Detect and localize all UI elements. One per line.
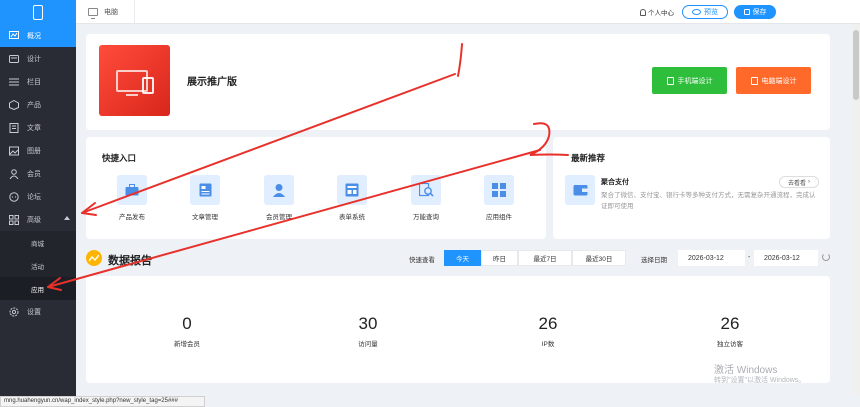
- annotation-number-1: [457, 43, 463, 77]
- annotation-arrow-2: [47, 149, 541, 288]
- annotation-arrow-1: [81, 73, 456, 214]
- annotation-overlay: [47, 43, 569, 291]
